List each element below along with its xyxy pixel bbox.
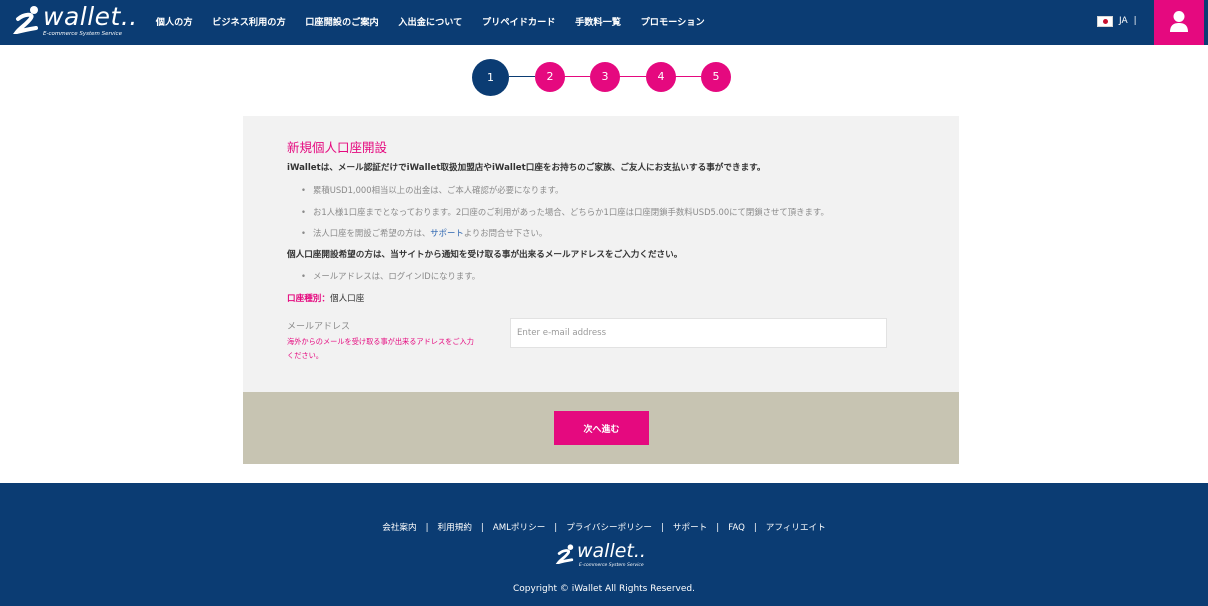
nav-item-individual[interactable]: 個人の方 [146, 0, 202, 45]
site-footer: 会社案内 | 利用規約 | AMLポリシー | プライバシーポリシー | サポート | FAQ | アフ… [0, 483, 1208, 606]
step-connector [619, 76, 646, 77]
logo-tagline: E-commerce System Service [43, 31, 122, 37]
footer-link-support[interactable]: サポート [673, 523, 707, 533]
japan-flag-icon [1097, 15, 1113, 27]
footer-link-affiliate[interactable]: アフィリエイト [766, 523, 826, 533]
notice-corporate-account: 法人口座を開設ご希望の方は、サポートよりお問合せ下さい。 [301, 227, 547, 239]
footer-separator: | [480, 523, 484, 533]
nav-item-account-opening[interactable]: 口座開設のご案内 [295, 0, 388, 45]
language-selector[interactable]: JA | [1097, 15, 1137, 27]
nav-item-prepaid-card[interactable]: プリペイドカード [472, 0, 565, 45]
email-label: メールアドレス [287, 322, 351, 332]
footer-separator: | [425, 523, 429, 533]
notice-login-id: メールアドレスは、ログインIDになります。 [301, 270, 480, 282]
footer-link-privacy-policy[interactable]: プライバシーポリシー [566, 523, 652, 533]
nav-item-fees[interactable]: 手数料一覧 [565, 0, 631, 45]
account-type-label: 口座種別： [287, 294, 330, 304]
footer-links: 会社案内 | 利用規約 | AMLポリシー | プライバシーポリシー | サポート | FAQ | アフ… [0, 521, 1208, 533]
user-icon [1170, 11, 1188, 32]
support-link[interactable]: サポート [430, 228, 464, 238]
form-action-bar: 次へ進む [243, 392, 959, 464]
account-type: 口座種別：個人口座 [287, 292, 364, 304]
notice-one-account: お1人様1口座までとなっております。2口座のご利用があった場合、どちらか1口座は… [301, 206, 829, 218]
copyright-text: Copyright © iWallet All Rights Reserved. [513, 584, 695, 594]
step-3: 3 [590, 62, 620, 92]
account-type-value: 個人口座 [329, 294, 365, 304]
footer-logo[interactable]: wallet.. E-commerce System Service [555, 540, 655, 573]
logo-wordmark: wallet.. [43, 2, 138, 31]
footer-separator: | [554, 523, 558, 533]
footer-logo-wordmark: wallet.. [577, 540, 646, 562]
user-account-button[interactable] [1154, 0, 1204, 45]
step-4: 4 [646, 62, 676, 92]
email-input[interactable] [510, 318, 887, 348]
footer-logo-tagline: E-commerce System Service [579, 563, 644, 568]
footer-link-aml-policy[interactable]: AMLポリシー [493, 523, 545, 533]
footer-separator: | [753, 523, 757, 533]
iwallet-logo[interactable]: wallet.. E-commerce System Service [12, 2, 137, 41]
nav-item-deposit-withdrawal[interactable]: 入出金について [389, 0, 473, 45]
form-title: 新規個人口座開設 [287, 140, 388, 155]
email-note: 海外からのメールを受け取る事が出来るアドレスをご入力ください。 [287, 337, 474, 360]
notice-corporate-text-before: 法人口座を開設ご希望の方は、 [312, 228, 431, 238]
next-button[interactable]: 次へ進む [554, 411, 649, 445]
nav-item-promotion[interactable]: プロモーション [631, 0, 715, 45]
notice-withdrawal-limit: 累積USD1,000相当以上の出金は、ご本人確認が必要になります。 [301, 184, 563, 196]
step-5: 5 [701, 62, 731, 92]
form-lead-text: iWalletは、メール認証だけでiWallet取扱加盟店やiWallet口座を… [287, 163, 766, 173]
step-2: 2 [535, 62, 565, 92]
email-instruction: 個人口座開設希望の方は、当サイトから通知を受け取る事が出来るメールアドレスをご入… [287, 250, 683, 260]
footer-link-faq[interactable]: FAQ [728, 523, 745, 533]
top-navbar: wallet.. E-commerce System Service 個人の方 … [0, 0, 1208, 45]
language-separator: | [1133, 16, 1137, 26]
main-nav: 個人の方 ビジネス利用の方 口座開設のご案内 入出金について プリペイドカード … [146, 0, 715, 45]
footer-link-terms[interactable]: 利用規約 [438, 523, 472, 533]
i-logo-icon [555, 544, 574, 564]
step-1: 1 [472, 59, 509, 96]
step-connector [509, 76, 535, 77]
step-connector [564, 76, 590, 77]
footer-separator: | [660, 523, 664, 533]
nav-item-business[interactable]: ビジネス利用の方 [202, 0, 295, 45]
language-code: JA [1119, 16, 1128, 26]
footer-link-company[interactable]: 会社案内 [382, 523, 416, 533]
i-logo-icon [12, 6, 38, 34]
account-opening-form: 新規個人口座開設 iWalletは、メール認証だけでiWallet取扱加盟店やi… [243, 116, 959, 392]
notice-corporate-text-after: よりお問合せ下さい。 [463, 228, 548, 238]
footer-separator: | [716, 523, 720, 533]
progress-steps: 1 2 3 4 5 [472, 59, 732, 96]
step-connector [675, 76, 701, 77]
